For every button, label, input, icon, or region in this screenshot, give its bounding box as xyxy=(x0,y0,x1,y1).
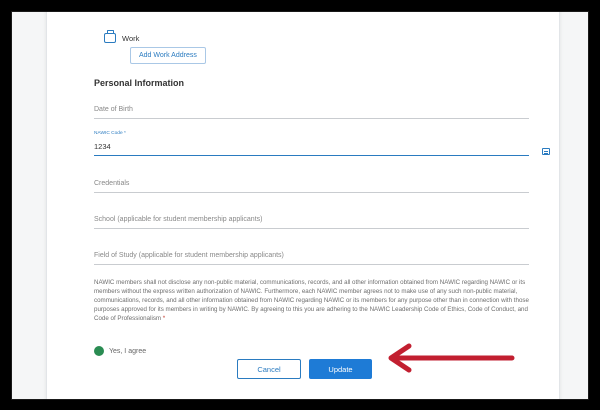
section-title-personal-information: Personal Information xyxy=(94,78,185,88)
work-label: Work xyxy=(122,33,140,43)
field-of-study-placeholder: Field of Study (applicable for student m… xyxy=(94,252,284,259)
school-field[interactable]: School (applicable for student membershi… xyxy=(94,211,529,229)
agree-option[interactable]: Yes, I agree xyxy=(94,346,146,356)
field-card-icon[interactable] xyxy=(542,148,550,155)
nawic-code-value: 1234 xyxy=(94,142,111,151)
nawic-code-field[interactable]: NAWIC Code * 1234 xyxy=(94,131,529,156)
school-placeholder: School (applicable for student membershi… xyxy=(94,216,263,223)
cancel-button[interactable]: Cancel xyxy=(237,359,301,379)
date-of-birth-placeholder: Date of Birth xyxy=(94,106,133,113)
agree-radio-selected[interactable] xyxy=(94,346,104,356)
policy-text: NAWIC members shall not disclose any non… xyxy=(94,279,529,322)
field-of-study-field[interactable]: Field of Study (applicable for student m… xyxy=(94,247,529,265)
credentials-field[interactable]: Credentials xyxy=(94,175,529,193)
credentials-placeholder: Credentials xyxy=(94,180,130,187)
date-of-birth-field[interactable]: Date of Birth xyxy=(94,102,529,119)
work-address-row: Work xyxy=(104,30,140,43)
add-work-address-button[interactable]: Add Work Address xyxy=(130,47,206,64)
required-marker: * xyxy=(162,315,166,322)
policy-disclaimer: NAWIC members shall not disclose any non… xyxy=(94,278,529,323)
nawic-code-label: NAWIC Code * xyxy=(94,131,126,136)
screenshot-frame: Work Add Work Address Personal Informati… xyxy=(11,11,589,400)
annotation-arrow-icon xyxy=(388,343,515,373)
briefcase-icon xyxy=(104,30,116,43)
update-button[interactable]: Update xyxy=(309,359,372,379)
agree-label: Yes, I agree xyxy=(109,347,147,355)
